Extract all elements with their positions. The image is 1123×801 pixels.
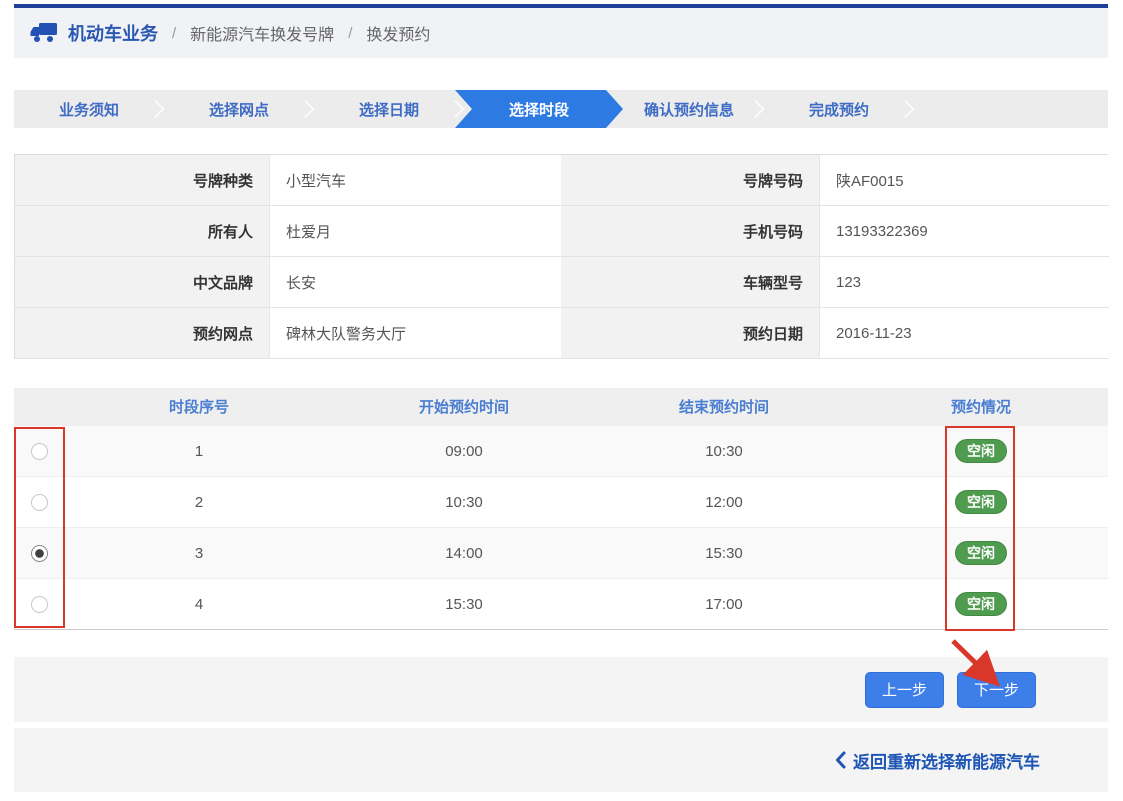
- content-container: 机动车业务 / 新能源汽车换发号牌 / 换发预约 业务须知 选择网点 选择日期 …: [14, 4, 1108, 792]
- table-row: 3 14:00 15:30 空闲: [14, 527, 1108, 578]
- timeslot-table-header: 时段序号 开始预约时间 结束预约时间 预约情况: [14, 388, 1108, 425]
- info-label: 号牌种类: [15, 155, 269, 206]
- info-label: 中文品牌: [15, 257, 269, 308]
- chevron-left-icon: [835, 751, 846, 769]
- truck-icon: [30, 22, 58, 44]
- slot-seq: 1: [64, 443, 334, 460]
- header-end-time: 结束预约时间: [594, 396, 854, 417]
- header-status: 预约情况: [854, 396, 1108, 417]
- slot-end: 15:30: [594, 545, 854, 562]
- info-value-plate-number: 陕AF0015: [819, 155, 1109, 206]
- header-start-time: 开始预约时间: [334, 396, 594, 417]
- slot-start: 15:30: [334, 596, 594, 613]
- info-value-brand: 长安: [269, 257, 561, 308]
- slot-radio-4[interactable]: [31, 596, 48, 613]
- info-label: 车辆型号: [561, 257, 819, 308]
- status-badge: 空闲: [955, 541, 1007, 565]
- status-badge: 空闲: [955, 490, 1007, 514]
- step-select-site: 选择网点: [164, 90, 314, 128]
- info-value-date: 2016-11-23: [819, 308, 1109, 359]
- slot-seq: 2: [64, 494, 334, 511]
- info-label: 所有人: [15, 206, 269, 257]
- info-value-model: 123: [819, 257, 1109, 308]
- slot-end: 12:00: [594, 494, 854, 511]
- table-row: 4 15:30 17:00 空闲: [14, 578, 1108, 629]
- prev-step-button[interactable]: 上一步: [865, 672, 944, 708]
- step-wizard-bar: 业务须知 选择网点 选择日期 选择时段 确认预约信息 完成预约: [14, 90, 1108, 128]
- table-row: 1 09:00 10:30 空闲: [14, 425, 1108, 476]
- table-row: 2 10:30 12:00 空闲: [14, 476, 1108, 527]
- slot-start: 10:30: [334, 494, 594, 511]
- breadcrumb-item-service[interactable]: 新能源汽车换发号牌: [190, 21, 334, 45]
- step-select-date: 选择日期: [314, 90, 464, 128]
- header-seq: 时段序号: [64, 396, 334, 417]
- info-label: 预约网点: [15, 308, 269, 359]
- info-label: 预约日期: [561, 308, 819, 359]
- step-confirm-info: 确认预约信息: [614, 90, 764, 128]
- status-badge: 空闲: [955, 439, 1007, 463]
- slot-start: 14:00: [334, 545, 594, 562]
- status-badge: 空闲: [955, 592, 1007, 616]
- step-select-timeslot-active: 选择时段: [455, 90, 623, 128]
- back-link-label: 返回重新选择新能源汽车: [853, 748, 1040, 773]
- breadcrumb: 机动车业务 / 新能源汽车换发号牌 / 换发预约: [14, 4, 1108, 58]
- info-value-phone: 13193322369: [819, 206, 1109, 257]
- info-value-plate-type: 小型汽车: [269, 155, 561, 206]
- slot-seq: 4: [64, 596, 334, 613]
- slot-end: 17:00: [594, 596, 854, 613]
- info-value-owner: 杜爱月: [269, 206, 561, 257]
- slot-radio-2[interactable]: [31, 494, 48, 511]
- action-band: 上一步 下一步: [14, 657, 1108, 722]
- step-notice: 业务须知: [14, 90, 164, 128]
- step-finish: 完成预约: [764, 90, 914, 128]
- info-value-site: 碑林大队警务大厅: [269, 308, 561, 359]
- footer-band: 返回重新选择新能源汽车: [14, 728, 1108, 792]
- slot-start: 09:00: [334, 443, 594, 460]
- next-step-button[interactable]: 下一步: [957, 672, 1036, 708]
- vehicle-info-table: 号牌种类 小型汽车 号牌号码 陕AF0015 所有人 杜爱月 手机号码 1319…: [14, 154, 1108, 359]
- slot-radio-1[interactable]: [31, 443, 48, 460]
- back-to-vehicle-select-link[interactable]: 返回重新选择新能源汽车: [835, 748, 1040, 773]
- breadcrumb-root[interactable]: 机动车业务: [68, 20, 158, 46]
- step-bar-filler: [914, 90, 1108, 128]
- slot-end: 10:30: [594, 443, 854, 460]
- slot-radio-3[interactable]: [31, 545, 48, 562]
- breadcrumb-separator: /: [172, 25, 176, 42]
- info-label: 号牌号码: [561, 155, 819, 206]
- timeslot-table: 时段序号 开始预约时间 结束预约时间 预约情况 1 09:00 10:30 空闲…: [14, 388, 1108, 630]
- slot-seq: 3: [64, 545, 334, 562]
- breadcrumb-separator: /: [348, 25, 352, 42]
- breadcrumb-item-current: 换发预约: [366, 21, 430, 45]
- info-label: 手机号码: [561, 206, 819, 257]
